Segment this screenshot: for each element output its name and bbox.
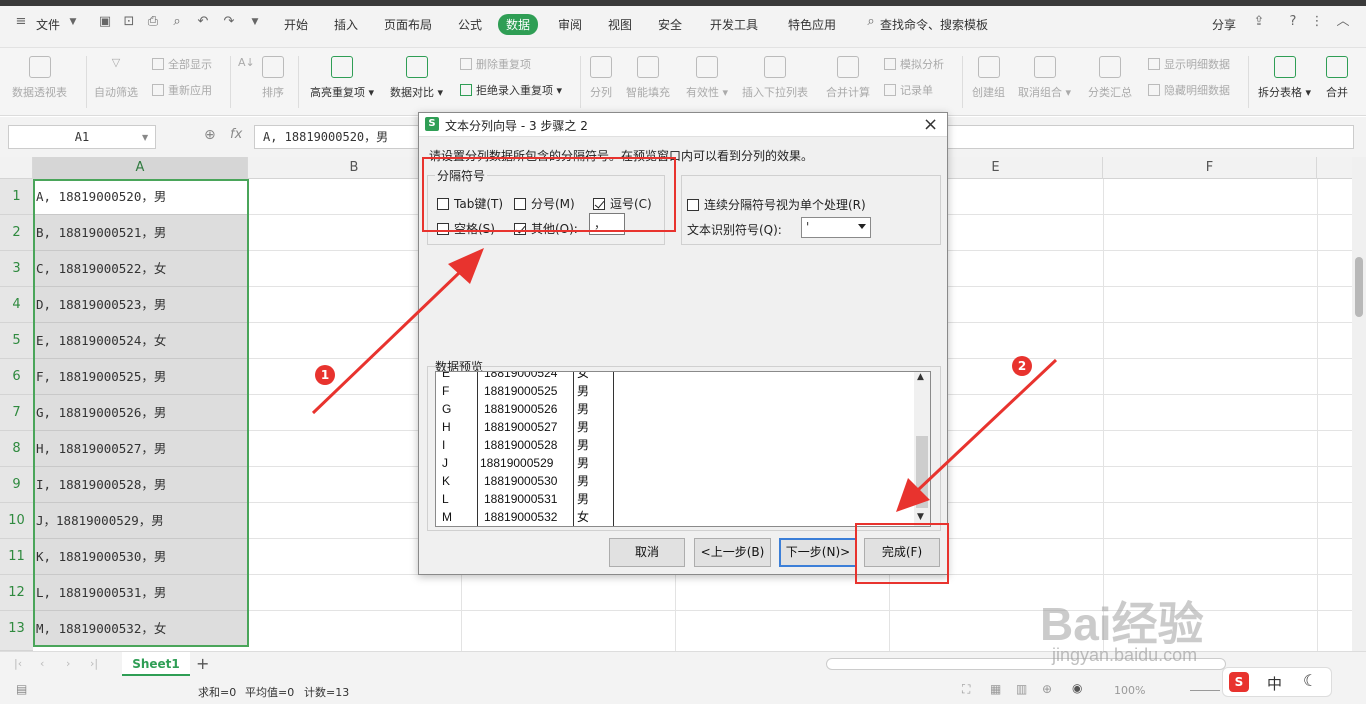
moon-icon[interactable]: ☾	[1303, 671, 1317, 690]
watermark-url: jingyan.baidu.com	[1052, 645, 1198, 665]
sogou-logo-icon[interactable]: S	[1229, 672, 1249, 692]
arrow-line-2	[916, 358, 1058, 492]
ime-toolbar: S 中 ☾	[1222, 667, 1332, 697]
step-marker-2: 2	[1012, 356, 1032, 376]
ime-mode-toggle[interactable]: 中	[1267, 673, 1282, 694]
arrow-line-1	[311, 270, 462, 415]
step-marker-1: 1	[315, 365, 335, 385]
